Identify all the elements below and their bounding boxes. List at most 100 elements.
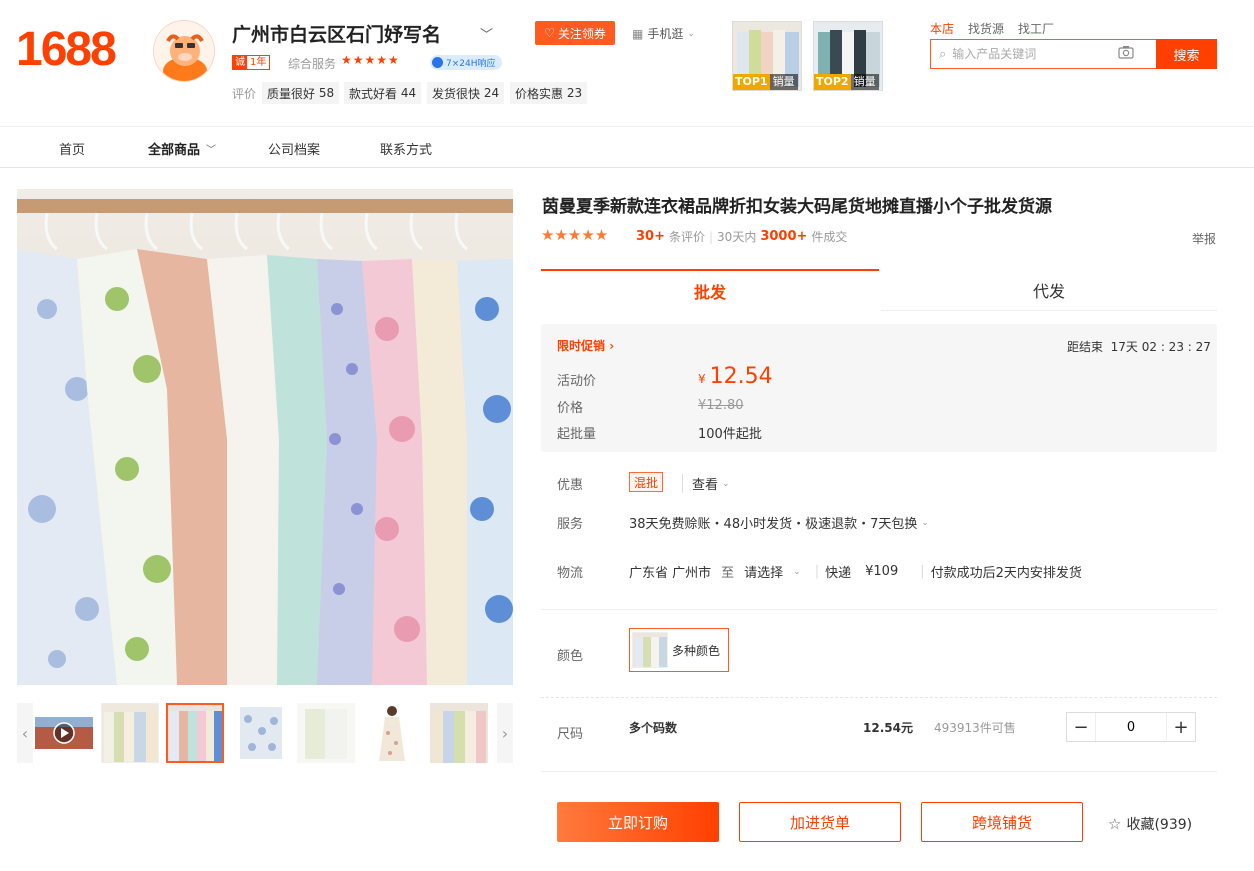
mixed-batch-tag: 混批 <box>629 472 664 492</box>
promo-countdown: 距结束 17天 02 : 23 : 27 <box>1067 338 1211 355</box>
year-badge-text: 1年 <box>250 57 267 68</box>
nav-home[interactable]: 首页 <box>59 139 85 158</box>
thumbnail[interactable] <box>101 703 159 763</box>
search-tab-shop[interactable]: 本店 <box>930 20 954 37</box>
search-box: ⌕ <box>930 39 1156 69</box>
separator: | <box>920 564 925 579</box>
promo-label[interactable]: 限时促销 › <box>557 337 614 354</box>
chevron-down-icon: ⌄ <box>921 517 929 528</box>
rating-tag[interactable]: 质量很好 58 <box>262 82 340 104</box>
rating-tag-count: 44 <box>400 86 417 100</box>
product-title: 茵曼夏季新款连衣裙品牌折扣女装大码尾货地摊直播小个子批发货源 <box>542 197 1052 217</box>
top-product-card[interactable]: TOP1 销量 <box>732 21 802 91</box>
nav-all-products-label: 全部商品 <box>148 143 201 158</box>
search-tab-supply[interactable]: 找货源 <box>968 20 1004 37</box>
activity-price: ¥12.54 <box>698 364 773 389</box>
minus-button[interactable]: − <box>1067 713 1095 741</box>
nav-divider <box>0 126 1254 127</box>
order-now-button[interactable]: 立即订购 <box>557 802 719 842</box>
mobile-browse-link[interactable]: ▦ 手机逛 ⌄ <box>632 25 695 42</box>
favorite-button[interactable]: ☆ 收藏(939) <box>1108 814 1192 834</box>
rating-tag-label: 价格实惠 <box>515 86 564 101</box>
countdown-label: 距结束 <box>1067 340 1104 354</box>
search-input[interactable] <box>952 47 1113 61</box>
mobile-label: 手机逛 <box>647 27 684 41</box>
shop-name[interactable]: 广州市白云区石门妤写名 <box>232 20 441 47</box>
logo-1688[interactable]: 1688 <box>16 24 117 76</box>
chevron-right-icon: › <box>609 339 615 353</box>
chevron-down-icon: ⌄ <box>793 566 801 577</box>
logistics-info: 广东省 广州市 至 请选择 ⌄ | 快递 ¥109 | 付款成功后2天内安排发货 <box>629 562 1082 581</box>
thumbnail[interactable] <box>297 703 355 763</box>
rating-tag-label: 款式好看 <box>349 86 398 101</box>
camera-icon[interactable] <box>1118 45 1134 63</box>
color-value: 多种颜色 <box>672 643 721 658</box>
tab-dropship[interactable]: 代发 <box>881 270 1217 311</box>
video-thumbnail[interactable] <box>35 703 93 763</box>
top-rank: TOP2 <box>814 74 851 90</box>
search-tab-factory[interactable]: 找工厂 <box>1018 20 1054 37</box>
activity-price-value: 12.54 <box>709 364 773 389</box>
service-text: 38天免费赊账・48小时发货・极速退款・7天包换 <box>629 517 918 532</box>
color-label: 颜色 <box>557 649 584 664</box>
product-main-image[interactable] <box>17 189 513 685</box>
service-info[interactable]: 38天免费赊账・48小时发货・极速退款・7天包换 ⌄ <box>629 513 929 532</box>
chevron-right-icon[interactable]: › <box>497 703 513 763</box>
size-label: 尺码 <box>557 727 584 742</box>
destination-select[interactable]: 请选择 ⌄ <box>744 562 801 581</box>
add-to-cart-button[interactable]: 加进货单 <box>739 802 901 842</box>
chevron-down-icon: ﹀ <box>206 145 217 156</box>
follow-shop-button[interactable]: ♡ 关注领券 <box>535 21 615 45</box>
size-value: 多个码数 <box>629 721 678 735</box>
color-option[interactable]: 多种颜色 <box>629 628 729 672</box>
rating-label: 评价 <box>232 87 257 101</box>
nav-company-profile[interactable]: 公司档案 <box>268 139 320 158</box>
shop-avatar[interactable] <box>153 20 215 82</box>
product-rating-stars: ★★★★★ <box>541 226 609 244</box>
view-label: 查看 <box>692 478 719 493</box>
nav-all-products[interactable]: 全部商品 ﹀ <box>148 139 216 158</box>
rating-tag[interactable]: 款式好看 44 <box>344 82 422 104</box>
top-product-card[interactable]: TOP2 销量 <box>813 21 883 91</box>
separator: | <box>814 564 820 579</box>
nav-divider <box>0 167 1254 168</box>
quantity-input[interactable] <box>1095 713 1167 741</box>
review-label: 条评价 <box>668 230 705 244</box>
thumbnail-strip: ‹ › <box>17 703 513 763</box>
price-label: 价格 <box>557 401 584 416</box>
thumbnail[interactable] <box>363 703 421 763</box>
size-stock: 493913件可售 <box>934 721 1016 735</box>
view-discount-link[interactable]: 查看 ⌄ <box>682 474 730 493</box>
rating-tag[interactable]: 价格实惠 23 <box>510 82 588 104</box>
service-label: 服务 <box>557 517 584 532</box>
thumbnail[interactable] <box>430 703 488 763</box>
chevron-left-icon[interactable]: ‹ <box>17 703 33 763</box>
express-label: 快递 <box>825 566 852 581</box>
thumbnail[interactable] <box>232 703 290 763</box>
thumbnail-selected[interactable] <box>166 703 224 763</box>
search-button[interactable]: 搜索 <box>1156 39 1217 69</box>
chevron-down-icon[interactable]: ﹀ <box>480 24 493 43</box>
separator: | <box>709 229 714 244</box>
top-label: 销量 <box>769 74 798 90</box>
period-label: 30天内 <box>717 230 757 244</box>
moq-value: 100件起批 <box>698 427 762 442</box>
star-icon: ☆ <box>1108 815 1122 833</box>
review-count[interactable]: 30+ <box>636 229 665 244</box>
section-divider <box>541 697 1217 698</box>
chevron-down-icon: ⌄ <box>687 28 695 39</box>
rating-tag[interactable]: 发货很快 24 <box>427 82 505 104</box>
report-link[interactable]: 举报 <box>1192 230 1216 247</box>
product-meta: 30+ 条评价 | 30天内 3000+ 件成交 <box>636 228 847 245</box>
promo-label-text: 限时促销 <box>557 339 606 353</box>
nav-contact[interactable]: 联系方式 <box>380 139 432 158</box>
response-badge[interactable]: 7×24H响应 <box>430 55 502 70</box>
tab-wholesale[interactable]: 批发 <box>541 269 879 311</box>
chevron-down-icon: ⌄ <box>722 478 730 489</box>
follow-label: 关注领券 <box>557 26 606 41</box>
sold-count: 3000+ <box>760 229 808 244</box>
plus-button[interactable]: + <box>1167 713 1195 741</box>
rating-tag-label: 质量很好 <box>267 86 316 101</box>
cross-border-button[interactable]: 跨境铺货 <box>921 802 1083 842</box>
heart-icon: ♡ <box>544 26 555 40</box>
